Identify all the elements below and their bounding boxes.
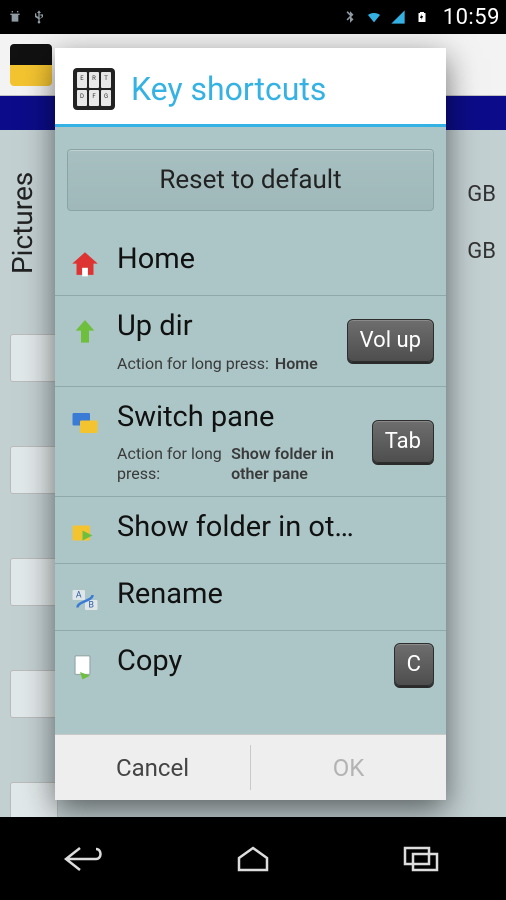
storage-size-1: GB bbox=[467, 182, 496, 207]
item-label: Home bbox=[117, 241, 434, 279]
key-badge[interactable]: Vol up bbox=[347, 319, 434, 362]
shortcut-list[interactable]: Home Up dir Action for long press: Home … bbox=[55, 229, 446, 734]
item-subtext: Action for long press: Show folder in ot… bbox=[117, 444, 362, 484]
item-label: Show folder in ot… bbox=[117, 509, 434, 547]
list-item-home[interactable]: Home bbox=[55, 229, 446, 296]
battery-charging-icon bbox=[413, 8, 431, 26]
clock-text: 10:59 bbox=[443, 5, 500, 30]
reset-to-default-button[interactable]: Reset to default bbox=[67, 149, 434, 211]
key-badge[interactable]: C bbox=[394, 643, 434, 686]
switch-pane-icon bbox=[67, 405, 103, 441]
home-icon bbox=[67, 247, 103, 283]
item-label: Copy bbox=[117, 643, 384, 681]
bg-tile bbox=[10, 558, 58, 606]
bg-tile bbox=[10, 446, 58, 494]
navigation-bar bbox=[0, 817, 506, 900]
show-folder-icon bbox=[67, 515, 103, 551]
bg-tile bbox=[10, 334, 58, 382]
copy-icon bbox=[67, 649, 103, 685]
bluetooth-icon bbox=[341, 8, 359, 26]
key-badge[interactable]: Tab bbox=[372, 420, 434, 463]
keyboard-icon: ERTDFG bbox=[73, 68, 115, 110]
list-item-show-folder[interactable]: Show folder in ot… bbox=[55, 497, 446, 564]
app-icon bbox=[10, 44, 52, 86]
dialog-footer: Cancel OK bbox=[55, 734, 446, 800]
bg-tile bbox=[10, 670, 58, 718]
recents-button[interactable] bbox=[392, 839, 452, 879]
svg-text:A: A bbox=[76, 591, 82, 601]
signal-icon bbox=[389, 8, 407, 26]
debug-icon bbox=[6, 8, 24, 26]
dialog-header: ERTDFG Key shortcuts bbox=[55, 48, 446, 124]
list-item-copy[interactable]: Copy C bbox=[55, 631, 446, 698]
arrow-up-icon bbox=[67, 314, 103, 350]
item-label: Rename bbox=[117, 576, 434, 614]
storage-size-2: GB bbox=[467, 239, 496, 264]
usb-icon bbox=[30, 8, 48, 26]
status-bar: 10:59 bbox=[0, 0, 506, 34]
list-item-switch-pane[interactable]: Switch pane Action for long press: Show … bbox=[55, 387, 446, 498]
list-item-up-dir[interactable]: Up dir Action for long press: Home Vol u… bbox=[55, 296, 446, 387]
cancel-button[interactable]: Cancel bbox=[55, 735, 250, 800]
svg-text:B: B bbox=[89, 601, 94, 611]
home-button[interactable] bbox=[223, 839, 283, 879]
dialog-title: Key shortcuts bbox=[131, 70, 326, 108]
key-shortcuts-dialog: ERTDFG Key shortcuts Reset to default Ho… bbox=[55, 48, 446, 800]
rename-icon: AB bbox=[67, 582, 103, 618]
item-label: Up dir bbox=[117, 308, 337, 346]
wifi-icon bbox=[365, 8, 383, 26]
back-button[interactable] bbox=[54, 839, 114, 879]
background-tab-pictures: Pictures bbox=[6, 172, 39, 274]
item-subtext: Action for long press: Home bbox=[117, 354, 337, 374]
item-label: Switch pane bbox=[117, 399, 362, 437]
ok-button[interactable]: OK bbox=[251, 735, 446, 800]
list-item-rename[interactable]: AB Rename bbox=[55, 564, 446, 631]
dialog-body: Reset to default Home Up dir bbox=[55, 127, 446, 734]
